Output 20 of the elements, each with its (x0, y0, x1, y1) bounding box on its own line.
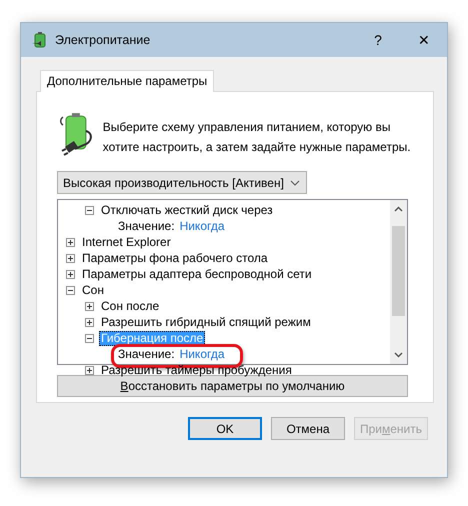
tree-item[interactable]: Параметры адаптера беспроводной сети (80, 266, 314, 282)
setting-value-link[interactable]: Никогда (180, 347, 225, 361)
dialog-button[interactable]: OK (188, 417, 262, 440)
setting-label: Значение: (118, 219, 175, 233)
window-title: Электропитание (55, 33, 152, 47)
tree-item[interactable]: Параметры фона рабочего стола (80, 250, 270, 266)
description-text: Выберите схему управления питанием, которую вы хотите настроить, а затем задайте нужные параметры. (102, 119, 412, 156)
setting-label: Значение: (118, 347, 175, 361)
tree-item[interactable]: Отключать жесткий диск через (99, 202, 275, 218)
close-button[interactable]: ✕ (401, 23, 447, 57)
restore-defaults-button[interactable]: Восстановить параметры по умолчанию (57, 375, 408, 397)
tree-item[interactable]: Сон (80, 282, 106, 298)
setting-value-link[interactable]: Никогда (180, 219, 225, 233)
tree-item[interactable]: Разрешить гибридный спящий режим (99, 314, 313, 330)
dialog-button[interactable]: Отмена (271, 417, 345, 440)
tree-item[interactable]: Сон после (99, 298, 162, 314)
plan-dropdown[interactable]: Высокая производительность [Активен] (57, 171, 307, 194)
tree-item[interactable]: Internet Explorer (80, 234, 173, 250)
help-button[interactable]: ? (355, 23, 401, 57)
tab[interactable]: Дополнительные параметры (40, 70, 214, 92)
